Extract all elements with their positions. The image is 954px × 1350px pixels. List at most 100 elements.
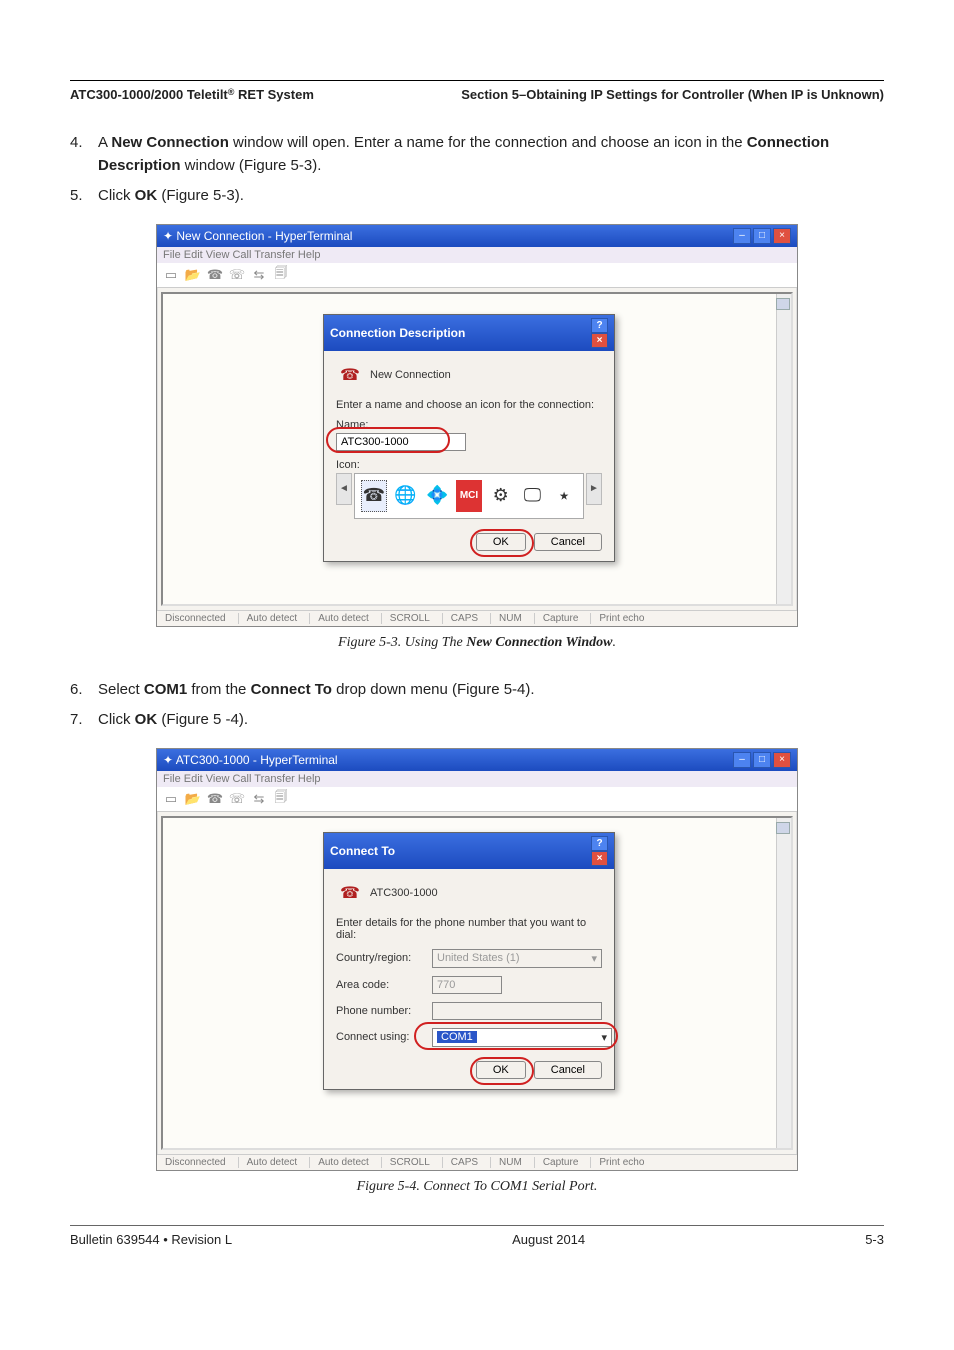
footer-right: 5-3 [865,1232,884,1247]
icon-scroll-left[interactable]: ◄ [336,473,352,505]
dialog-title-2: Connect To [330,844,395,858]
hangup-icon[interactable]: ☏ [229,267,245,283]
dialog-titlebar-2[interactable]: Connect To ? × [324,833,614,869]
maximize-icon-2[interactable]: □ [753,752,771,768]
icon-picker[interactable]: ☎ 🌐 💠 MCI ⚙ 🖵 ⭑ [354,473,584,519]
props-icon[interactable]: 🗐 [273,791,289,807]
step-4: 4. A New Connection window will open. En… [70,132,884,177]
new-icon[interactable]: ▭ [163,267,179,283]
status-capture: Capture [534,613,579,624]
chevron-down-icon: ▾ [601,1031,607,1044]
status-detect1: Auto detect [238,613,298,624]
icon-option-5[interactable]: ⚙ [488,480,514,512]
scroll-thumb[interactable] [776,298,790,310]
icon-option-2[interactable]: 🌐 [393,480,419,512]
status-detect1: Auto detect [238,1157,298,1168]
step-7: 7. Click OK (Figure 5 -4). [70,709,884,732]
status-num: NUM [490,1157,522,1168]
send-icon[interactable]: ⇆ [251,267,267,283]
dialog-lead: New Connection [370,369,451,381]
page-header: ATC300-1000/2000 Teletilt® RET System Se… [70,80,884,102]
name-field[interactable] [336,433,466,451]
icon-option-7[interactable]: ⭑ [551,480,577,512]
step-6: 6. Select COM1 from the Connect To drop … [70,679,884,702]
figure-5-3-caption: Figure 5-3. Using The New Connection Win… [70,635,884,651]
terminal-area: Connection Description ? × ☎ New Connect… [161,292,793,606]
hangup-icon[interactable]: ☏ [229,791,245,807]
close-icon[interactable]: × [773,228,791,244]
country-select[interactable]: United States (1) ▾ [432,949,602,968]
toolbar-2: ▭ 📂 ☎ ☏ ⇆ 🗐 [157,787,797,812]
icon-option-4[interactable]: MCI [456,480,482,512]
connect-using-select[interactable]: COM1 ▾ [432,1028,612,1047]
app-icon: ✦ [163,229,176,243]
footer-left: Bulletin 639544 • Revision L [70,1232,232,1247]
phone-icon: ☎ [336,361,364,389]
open-icon[interactable]: 📂 [185,267,201,283]
terminal-area-2: Connect To ? × ☎ ATC300-1000 Enter detai… [161,816,793,1150]
hyperterminal-window-2: ✦ ATC300-1000 - HyperTerminal – □ × File… [156,748,798,1171]
steps-b: 6. Select COM1 from the Connect To drop … [70,679,884,732]
name-label: Name: [336,419,602,431]
menubar-2[interactable]: File Edit View Call Transfer Help [157,771,797,787]
icon-option-1[interactable]: ☎ [361,480,387,512]
dialog-title: Connection Description [330,326,465,340]
figure-5-4: ✦ ATC300-1000 - HyperTerminal – □ × File… [70,748,884,1195]
dialog-close-icon[interactable]: × [591,333,608,348]
ok-button-2[interactable]: OK [476,1061,526,1079]
dialog-titlebar[interactable]: Connection Description ? × [324,315,614,351]
help-icon-2[interactable]: ? [591,836,608,851]
country-label: Country/region: [336,952,426,964]
icon-option-6[interactable]: 🖵 [520,480,546,512]
hdr-left: ATC300-1000/2000 Teletilt® RET System [70,87,314,102]
status-capture: Capture [534,1157,579,1168]
status-scroll: SCROLL [381,613,430,624]
new-icon[interactable]: ▭ [163,791,179,807]
ok-button[interactable]: OK [476,533,526,551]
figure-5-4-caption: Figure 5-4. Connect To COM1 Serial Port. [70,1179,884,1195]
maximize-icon[interactable]: □ [753,228,771,244]
window-titlebar[interactable]: ✦ New Connection - HyperTerminal – □ × [157,225,797,247]
phone-label: Phone number: [336,1005,426,1017]
footer-center: August 2014 [512,1232,585,1247]
connect-to-dialog: Connect To ? × ☎ ATC300-1000 Enter detai… [323,832,615,1090]
cancel-button[interactable]: Cancel [534,533,602,551]
scroll-thumb-2[interactable] [776,822,790,834]
area-code-field[interactable] [432,976,502,994]
hdr-right: Section 5–Obtaining IP Settings for Cont… [461,87,884,102]
close-icon-2[interactable]: × [773,752,791,768]
props-icon[interactable]: 🗐 [273,267,289,283]
dialog-prompt-2: Enter details for the phone number that … [336,917,602,941]
icon-label: Icon: [336,459,602,471]
dialog-close-icon-2[interactable]: × [591,851,608,866]
status-scroll: SCROLL [381,1157,430,1168]
connect-using-label: Connect using: [336,1031,426,1043]
help-icon[interactable]: ? [591,318,608,333]
window-title-2: ATC300-1000 - HyperTerminal [176,753,338,767]
status-caps: CAPS [442,1157,478,1168]
call-icon[interactable]: ☎ [207,791,223,807]
icon-scroll-right[interactable]: ► [586,473,602,505]
phone-field[interactable] [432,1002,602,1020]
phone-icon-2: ☎ [336,879,364,907]
call-icon[interactable]: ☎ [207,267,223,283]
status-conn: Disconnected [161,1157,226,1168]
minimize-icon-2[interactable]: – [733,752,751,768]
open-icon[interactable]: 📂 [185,791,201,807]
statusbar-2: Disconnected Auto detect Auto detect SCR… [157,1154,797,1170]
menubar[interactable]: File Edit View Call Transfer Help [157,247,797,263]
chevron-down-icon: ▾ [591,952,597,965]
send-icon[interactable]: ⇆ [251,791,267,807]
dialog-prompt: Enter a name and choose an icon for the … [336,399,602,411]
cancel-button-2[interactable]: Cancel [534,1061,602,1079]
scrollbar[interactable] [776,294,791,604]
icon-option-3[interactable]: 💠 [424,480,450,512]
minimize-icon[interactable]: – [733,228,751,244]
hyperterminal-window-1: ✦ New Connection - HyperTerminal – □ × F… [156,224,798,627]
window-titlebar-2[interactable]: ✦ ATC300-1000 - HyperTerminal – □ × [157,749,797,771]
status-print: Print echo [590,613,644,624]
step-5: 5. Click OK (Figure 5-3). [70,185,884,208]
status-detect2: Auto detect [309,1157,369,1168]
scrollbar-2[interactable] [776,818,791,1148]
status-conn: Disconnected [161,613,226,624]
